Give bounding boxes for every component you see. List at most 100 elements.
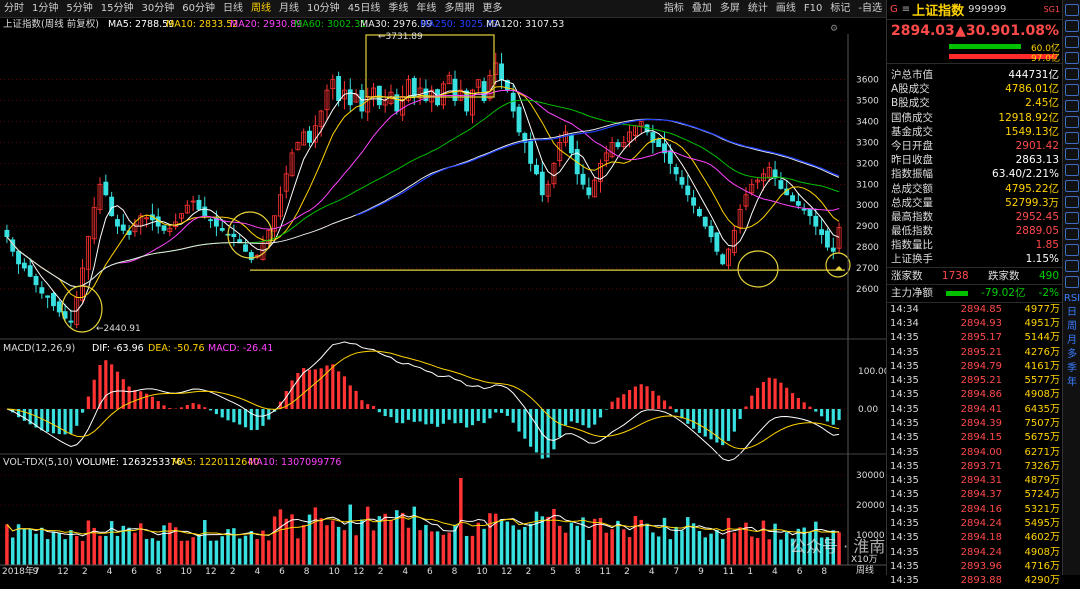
period-tab-0[interactable]: 分时 xyxy=(0,0,28,17)
sidebar-tool-icon[interactable] xyxy=(1065,164,1079,176)
sidebar-tool-icon[interactable] xyxy=(1065,212,1079,224)
period-tab-6[interactable]: 日线 xyxy=(219,0,247,17)
period-tab-8[interactable]: 月线 xyxy=(275,0,303,17)
sidebar-tool-icon[interactable] xyxy=(1065,4,1079,16)
settings-icon[interactable]: ⚙ xyxy=(830,24,838,34)
stat-label: 基金成交 xyxy=(891,125,933,138)
candle-body xyxy=(696,208,702,217)
sidebar-tool-icon[interactable] xyxy=(1065,100,1079,112)
tick-time: 14:35 xyxy=(890,489,919,501)
stat-value: 1.85 xyxy=(1035,239,1059,252)
date-tick-label: 4 xyxy=(402,567,408,575)
main-net-bar xyxy=(946,290,969,296)
sidebar-label[interactable]: RSI xyxy=(1063,292,1080,306)
sidebar-label[interactable]: 周 xyxy=(1063,320,1080,334)
kline-chart[interactable]: 上证指数(周线 前复权) MA5: 2788.59 MA10: 2833.52 … xyxy=(0,17,886,575)
high-label: ←3731.89 xyxy=(378,32,423,42)
sidebar-tool-icon[interactable] xyxy=(1065,180,1079,192)
sidebar-tool-icon[interactable] xyxy=(1065,228,1079,240)
vol-unit: X10万 xyxy=(851,555,878,565)
date-tick-label: 4 xyxy=(649,567,655,575)
current-price: 2894.03 xyxy=(891,23,955,39)
tick-list[interactable]: 14:34 2894.85 4977万 14:34 2894.93 4951万 14:35 2… xyxy=(887,303,1063,589)
sidebar-tool-icon[interactable] xyxy=(1065,276,1079,288)
sidebar-label[interactable]: 年 xyxy=(1063,376,1080,390)
tool-button-2[interactable]: 多屏 xyxy=(716,0,744,17)
period-tab-4[interactable]: 30分钟 xyxy=(137,0,178,17)
period-tab-14[interactable]: 更多 xyxy=(478,0,506,17)
date-tick-label: 6 xyxy=(279,567,285,575)
period-tab-11[interactable]: 季线 xyxy=(384,0,412,17)
stat-row: B股成交 2.45亿 xyxy=(887,96,1063,110)
stat-value: 2889.05 xyxy=(1015,225,1059,238)
tick-time: 14:35 xyxy=(890,418,919,429)
macd-tick-label: 0.00 xyxy=(858,405,878,415)
sidebar-tool-icon[interactable] xyxy=(1065,36,1079,48)
date-tick-label: 2 xyxy=(378,567,384,575)
stat-row: A股成交 4786.01亿 xyxy=(887,82,1063,96)
tool-button-4[interactable]: 画线 xyxy=(772,0,800,17)
tool-button-3[interactable]: 统计 xyxy=(744,0,772,17)
sidebar-tool-icon[interactable] xyxy=(1065,132,1079,144)
sidebar-label[interactable]: 多 xyxy=(1063,348,1080,362)
period-tab-5[interactable]: 60分钟 xyxy=(178,0,219,17)
sidebar-label[interactable]: 日 xyxy=(1063,306,1080,320)
candle-body xyxy=(33,276,39,286)
nav-prev-icon[interactable]: ≡ xyxy=(902,4,910,15)
candle-body xyxy=(115,219,120,227)
period-tab-12[interactable]: 年线 xyxy=(412,0,440,17)
date-tick-label: 8 xyxy=(304,567,310,575)
sidebar-label[interactable]: 月 xyxy=(1063,334,1080,348)
period-tab-10[interactable]: 45日线 xyxy=(344,0,385,17)
period-tab-3[interactable]: 15分钟 xyxy=(97,0,138,17)
sidebar-tool-icon[interactable] xyxy=(1065,20,1079,32)
candle-body xyxy=(615,142,621,148)
tick-volume: 4908万 xyxy=(1024,389,1060,401)
candle-body xyxy=(528,141,534,164)
period-tab-13[interactable]: 多周期 xyxy=(440,0,478,17)
vol-ma5: MA5: 1220112640 xyxy=(172,457,259,468)
period-tab-1[interactable]: 1分钟 xyxy=(28,0,62,17)
date-tick-label: 12 xyxy=(353,567,364,575)
ma10-readout: MA10: 2833.52 xyxy=(166,19,238,30)
tick-row: 14:34 2894.85 4977万 xyxy=(887,303,1063,317)
sidebar-tool-icon[interactable] xyxy=(1065,244,1079,256)
tool-button-7[interactable]: -自选 xyxy=(854,0,886,17)
stat-label: 总成交量 xyxy=(891,196,933,209)
candle-body xyxy=(307,130,312,143)
tick-price: 2894.15 xyxy=(960,432,1002,444)
sidebar-tool-icon[interactable] xyxy=(1065,68,1079,80)
sidebar-tool-icon[interactable] xyxy=(1065,52,1079,64)
candle-body xyxy=(68,320,74,323)
tick-price: 2894.86 xyxy=(960,389,1002,401)
tick-time: 14:35 xyxy=(890,475,919,487)
period-tab-2[interactable]: 5分钟 xyxy=(62,0,96,17)
tick-price: 2894.31 xyxy=(960,475,1002,487)
candle-body xyxy=(580,173,586,185)
tool-button-0[interactable]: 指标 xyxy=(660,0,688,17)
date-tick-label: 8 xyxy=(452,567,458,575)
price-tick-label: 3300 xyxy=(856,138,879,148)
sidebar-tool-icon[interactable] xyxy=(1065,148,1079,160)
stat-label: B股成交 xyxy=(891,97,930,110)
sidebar-tool-icon[interactable] xyxy=(1065,116,1079,128)
sidebar-tool-icon[interactable] xyxy=(1065,260,1079,272)
sidebar-tool-icon[interactable] xyxy=(1065,84,1079,96)
period-tab-9[interactable]: 10分钟 xyxy=(303,0,344,17)
candle-body xyxy=(813,215,819,227)
price-change: ▲30.90 xyxy=(955,23,1011,39)
tool-button-5[interactable]: F10 xyxy=(800,0,826,17)
candle-body xyxy=(801,208,807,211)
sidebar-label[interactable]: 季 xyxy=(1063,362,1080,376)
tool-button-1[interactable]: 叠加 xyxy=(688,0,716,17)
candle-body xyxy=(103,181,109,196)
period-tab-7[interactable]: 周线 xyxy=(247,0,275,17)
stat-row: 最低指数 2889.05 xyxy=(887,224,1063,238)
tool-button-6[interactable]: 标记 xyxy=(826,0,854,17)
candle-body xyxy=(243,244,248,252)
tick-row: 14:35 2894.00 6271万 xyxy=(887,446,1063,460)
candle-body xyxy=(673,167,679,175)
tick-time: 14:35 xyxy=(890,560,919,572)
sidebar-tool-icon[interactable] xyxy=(1065,196,1079,208)
tick-row: 14:35 2894.18 4602万 xyxy=(887,531,1063,545)
